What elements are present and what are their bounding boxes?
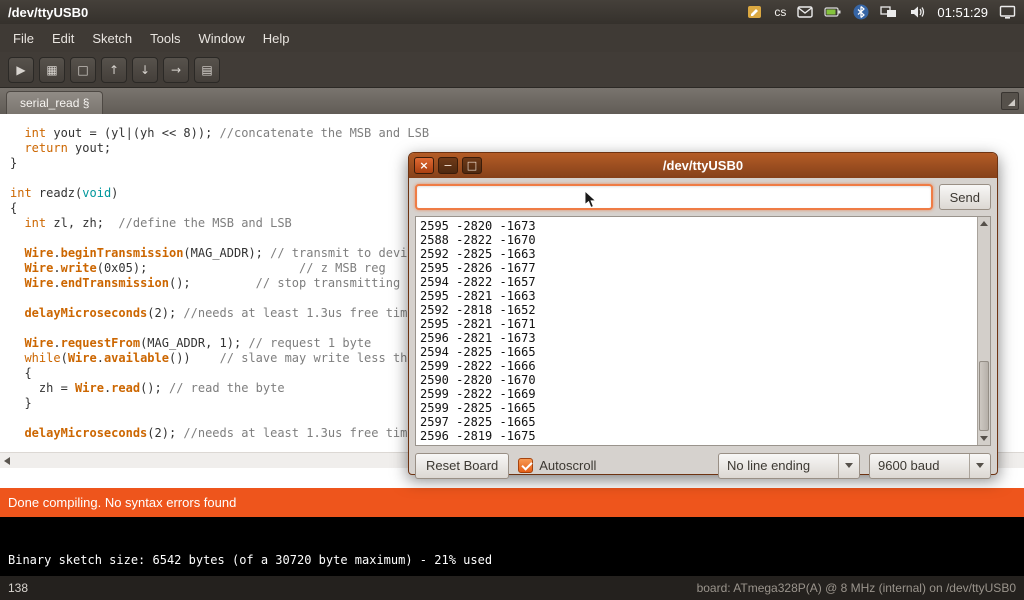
serial-line: 2592 -2818 -1652 [420, 303, 986, 317]
save-button[interactable]: ↓ [132, 57, 158, 83]
tab-menu-arrow-icon [1008, 99, 1015, 106]
bluetooth-icon[interactable] [853, 4, 869, 20]
console-output: Binary sketch size: 6542 bytes (of a 307… [0, 517, 1024, 575]
autoscroll-label: Autoscroll [539, 458, 596, 473]
board-info: board: ATmega328P(A) @ 8 MHz (internal) … [697, 581, 1016, 595]
tab-menu-button[interactable] [1001, 92, 1019, 110]
serial-line: 2596 -2821 -1673 [420, 331, 986, 345]
send-row: Send [415, 184, 991, 210]
serial-line: 2592 -2825 -1663 [420, 247, 986, 261]
session-menu-icon[interactable] [999, 4, 1016, 20]
verify-button[interactable]: ▶ [8, 57, 34, 83]
serial-send-input[interactable] [415, 184, 933, 210]
baud-select[interactable]: 9600 baud [869, 453, 991, 479]
toolbar: ▶▦□↑↓→▤ [0, 52, 1024, 88]
serial-line: 2594 -2825 -1665 [420, 345, 986, 359]
console-text: Binary sketch size: 6542 bytes (of a 307… [8, 553, 1016, 567]
maximize-button[interactable]: □ [462, 157, 482, 174]
volume-icon[interactable] [909, 4, 926, 20]
autoscroll-control[interactable]: Autoscroll [518, 458, 596, 473]
serial-line: 2597 -2825 -1665 [420, 415, 986, 429]
scroll-down-icon[interactable] [978, 432, 990, 445]
clock[interactable]: 01:51:29 [937, 5, 988, 20]
reset-board-button[interactable]: Reset Board [415, 453, 509, 479]
menu-item-file[interactable]: File [4, 26, 43, 51]
top-panel: /dev/ttyUSB0 cs 01:51:29 [0, 0, 1024, 24]
line-ending-select[interactable]: No line ending [718, 453, 860, 479]
serial-line: 2599 -2825 -1665 [420, 401, 986, 415]
chevron-down-icon [969, 454, 990, 478]
serial-output[interactable]: 2595 -2820 -16732588 -2822 -16702592 -28… [416, 217, 990, 445]
new-sketch-button[interactable]: □ [70, 57, 96, 83]
close-button[interactable]: × [414, 157, 434, 174]
serial-monitor-window: × − □ /dev/ttyUSB0 Send 2595 -2820 -1673… [408, 152, 998, 475]
serial-line: 2594 -2822 -1657 [420, 275, 986, 289]
status-message: Done compiling. No syntax errors found [8, 495, 236, 510]
upload-button[interactable]: → [163, 57, 189, 83]
open-button[interactable]: ↑ [101, 57, 127, 83]
screen: /dev/ttyUSB0 cs 01:51:29 [0, 0, 1024, 600]
autoscroll-checkbox[interactable] [518, 458, 533, 473]
serial-line: 2595 -2821 -1663 [420, 289, 986, 303]
notes-icon[interactable] [747, 4, 763, 20]
scroll-up-icon[interactable] [978, 217, 990, 230]
send-button[interactable]: Send [939, 184, 991, 210]
serial-monitor-title: /dev/ttyUSB0 [409, 158, 997, 173]
footer-bar: 138 board: ATmega328P(A) @ 8 MHz (intern… [0, 575, 1024, 600]
network-icon[interactable] [880, 4, 898, 20]
serial-line: 2595 -2821 -1671 [420, 317, 986, 331]
serial-output-scrollbar[interactable] [977, 217, 990, 445]
serial-line: 2599 -2822 -1666 [420, 359, 986, 373]
serial-line: 2590 -2820 -1670 [420, 373, 986, 387]
serial-monitor-button[interactable]: ▤ [194, 57, 220, 83]
serial-line: 2595 -2826 -1677 [420, 261, 986, 275]
tab-serial-read[interactable]: serial_read § [6, 91, 103, 114]
minimize-button[interactable]: − [438, 157, 458, 174]
code-line: int yout = (yl|(yh << 8)); //concatenate… [10, 126, 1024, 141]
line-ending-value: No line ending [719, 458, 838, 473]
active-window-title: /dev/ttyUSB0 [8, 5, 88, 20]
battery-icon[interactable] [824, 4, 842, 20]
chevron-down-icon [838, 454, 859, 478]
system-tray: cs 01:51:29 [747, 4, 1016, 20]
menu-item-window[interactable]: Window [189, 26, 253, 51]
menu-item-sketch[interactable]: Sketch [83, 26, 141, 51]
serial-line: 2599 -2822 -1669 [420, 387, 986, 401]
serial-line: 2595 -2820 -1673 [420, 219, 986, 233]
menubar: FileEditSketchToolsWindowHelp [0, 24, 1024, 52]
serial-output-wrap: 2595 -2820 -16732588 -2822 -16702592 -28… [415, 216, 991, 446]
menu-item-help[interactable]: Help [254, 26, 299, 51]
serial-monitor-body: Send 2595 -2820 -16732588 -2822 -1670259… [409, 178, 997, 485]
tabbar: serial_read § [0, 88, 1024, 114]
line-number: 138 [8, 581, 28, 595]
serial-line: 2588 -2822 -1670 [420, 233, 986, 247]
tab-label: serial_read § [20, 96, 89, 110]
menu-item-tools[interactable]: Tools [141, 26, 189, 51]
serial-monitor-titlebar[interactable]: × − □ /dev/ttyUSB0 [409, 153, 997, 178]
status-bar: Done compiling. No syntax errors found [0, 488, 1024, 517]
mail-icon[interactable] [797, 4, 813, 20]
stop-button[interactable]: ▦ [39, 57, 65, 83]
serial-monitor-controls: Reset Board Autoscroll No line ending 96… [415, 452, 991, 479]
serial-line: 2596 -2819 -1675 [420, 429, 986, 443]
keyboard-layout-indicator[interactable]: cs [774, 5, 786, 19]
scroll-left-icon[interactable] [4, 457, 10, 465]
scrollbar-thumb[interactable] [979, 361, 989, 431]
baud-value: 9600 baud [870, 458, 969, 473]
menu-item-edit[interactable]: Edit [43, 26, 83, 51]
